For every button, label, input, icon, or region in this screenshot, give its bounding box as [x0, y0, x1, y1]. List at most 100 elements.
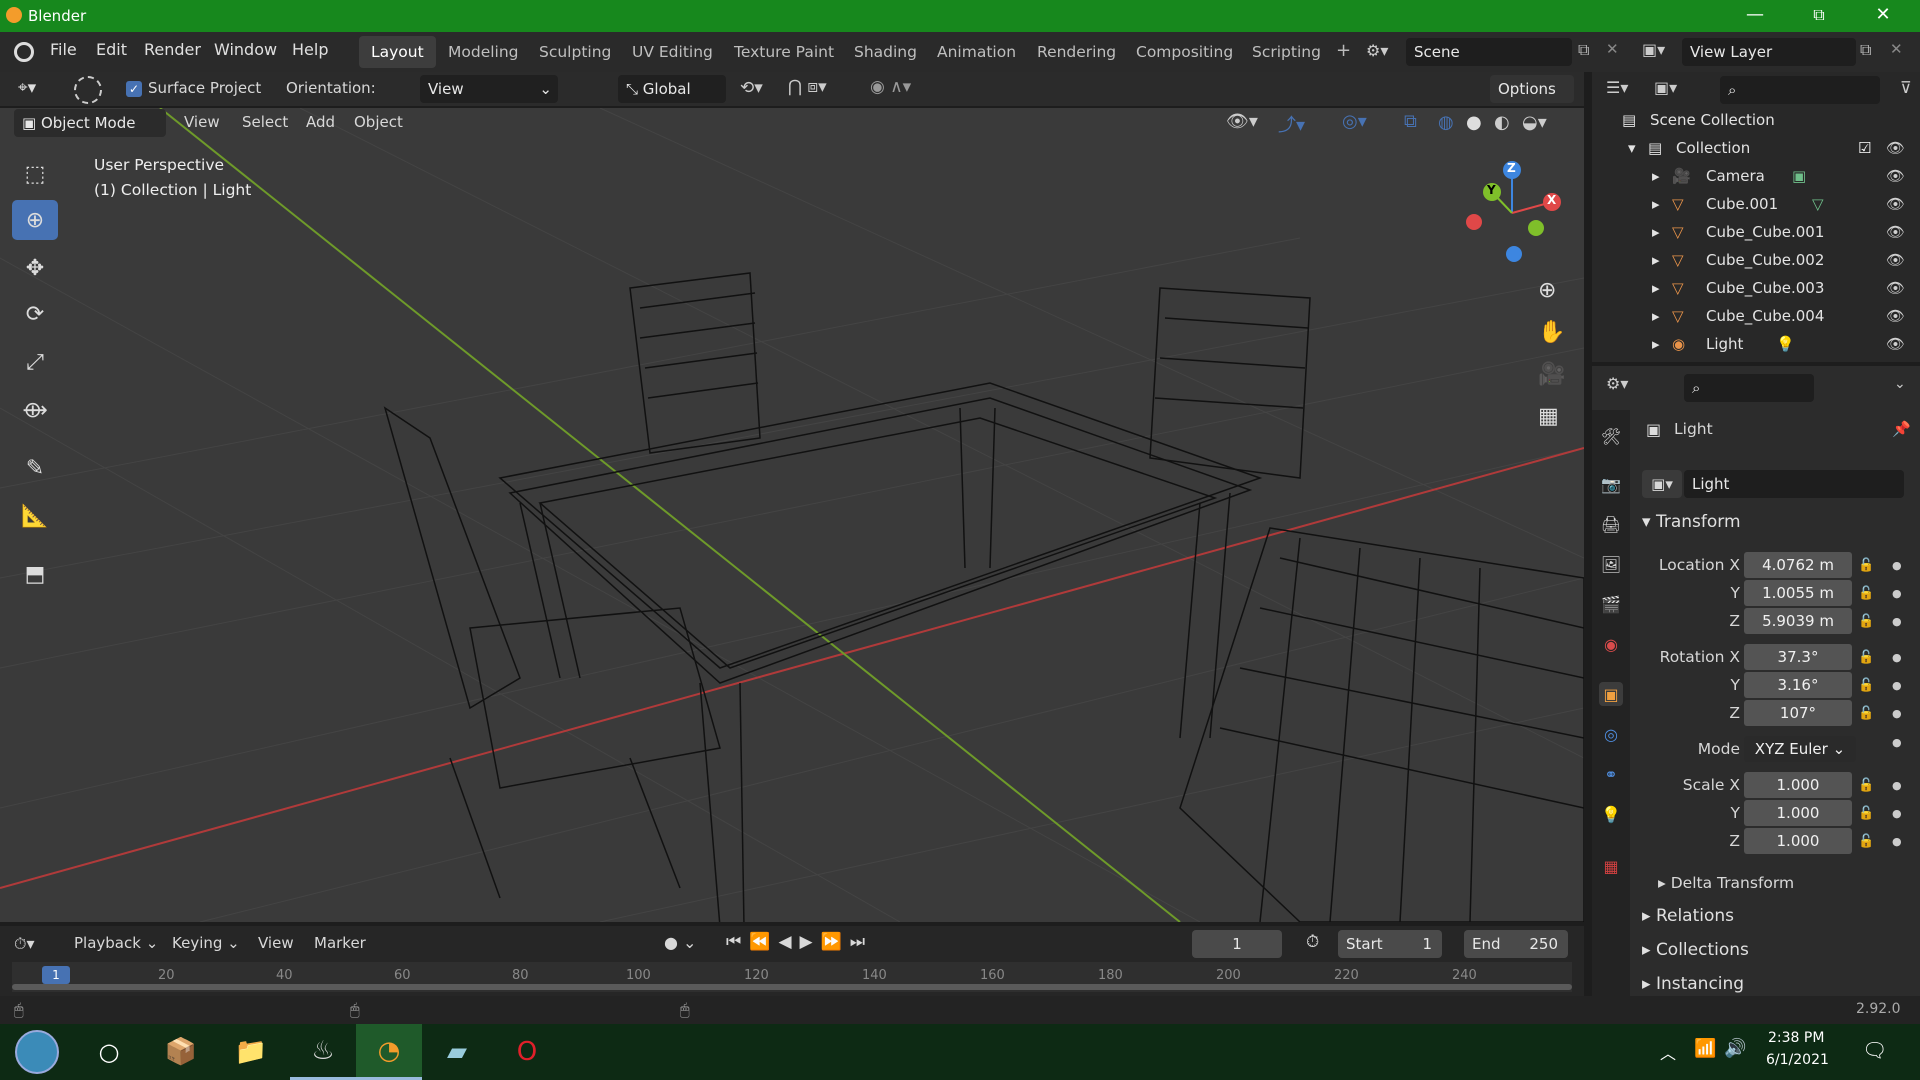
visibility-icon[interactable]: 👁▾	[1226, 111, 1258, 132]
viewport-menu-view[interactable]: View	[184, 113, 220, 131]
start-frame-field[interactable]: Start 1	[1338, 930, 1442, 958]
add-cube-tool[interactable]: ⬒	[12, 554, 58, 594]
pivot-point-icon[interactable]: ⟲▾	[740, 78, 763, 98]
outliner-row-scene-collection[interactable]: ▤ Scene Collection	[1592, 106, 1920, 134]
rendered-shading-icon[interactable]: ◒▾	[1522, 112, 1547, 133]
physics-tab-icon[interactable]: ◎	[1599, 722, 1623, 746]
rotation-y-field[interactable]: 3.16°	[1744, 672, 1852, 698]
rotate-tool[interactable]: ⟳	[12, 294, 58, 334]
world-tab-icon[interactable]: ◉	[1599, 632, 1623, 656]
tab-shading[interactable]: Shading	[842, 36, 929, 68]
cortana-icon[interactable]: ○	[76, 1024, 142, 1080]
keyframe-dot-icon[interactable]: ● ● ●	[1892, 552, 1902, 636]
constraints-tab-icon[interactable]: ⚭	[1599, 762, 1623, 786]
lock-icon[interactable]: 🔓 🔓 🔓	[1858, 772, 1874, 856]
eye-icon[interactable]: 👁	[1886, 134, 1905, 162]
blender-taskbar-icon[interactable]: ◔	[356, 1024, 422, 1080]
delete-view-layer-icon[interactable]: ✕	[1890, 40, 1903, 58]
timeline-scrollbar[interactable]	[12, 984, 1572, 990]
relations-section[interactable]: ▸ Relations	[1642, 906, 1734, 926]
timeline-ruler[interactable]: 1 20 40 60 80 100 120 140 160 180 200 22…	[12, 962, 1572, 992]
playhead[interactable]: 1	[42, 966, 70, 984]
transform-section-header[interactable]: ▾ Transform	[1642, 512, 1741, 532]
view-layer-tab-icon[interactable]: 🖼	[1599, 552, 1623, 576]
timeline-editor-icon[interactable]: ⏱▾	[14, 934, 35, 954]
properties-editor-icon[interactable]: ⚙▾	[1606, 374, 1628, 393]
tab-rendering[interactable]: Rendering	[1025, 36, 1128, 68]
start-button-icon[interactable]	[4, 1024, 70, 1080]
opera-icon[interactable]: O	[494, 1024, 560, 1080]
tab-modeling[interactable]: Modeling	[436, 36, 531, 68]
outliner-editor-icon[interactable]: ☰▾	[1606, 78, 1628, 97]
editor-type-icon[interactable]: ⌖▾	[18, 78, 36, 98]
3d-viewport[interactable]: ⬚ ⊕ ✥ ⟳ ⤢ ⟴ ✎ 📐 ⬒ User Perspective (1) C…	[0, 108, 1584, 922]
close-button[interactable]: ✕	[1851, 0, 1915, 32]
tab-compositing[interactable]: Compositing	[1124, 36, 1245, 68]
clock-time[interactable]: 2:38 PM	[1768, 1030, 1824, 1046]
object-name-field[interactable]: Light	[1684, 470, 1904, 498]
tab-sculpting[interactable]: Sculpting	[527, 36, 623, 68]
file-explorer-icon[interactable]: 📁	[218, 1024, 284, 1080]
playback-controls[interactable]: ⏮⏪◀▶⏩⏭	[726, 932, 873, 952]
object-mode-dropdown[interactable]: ▣ Object Mode	[14, 109, 166, 137]
filter-icon[interactable]: ⊽	[1900, 78, 1912, 97]
texture-tab-icon[interactable]: ▦	[1599, 854, 1623, 878]
light-data-tab-icon[interactable]: 💡	[1599, 802, 1623, 826]
clock-icon[interactable]: ⏱	[1306, 932, 1319, 952]
viewport-menu-add[interactable]: Add	[306, 113, 335, 131]
surface-project-checkbox[interactable]: ✓	[126, 81, 142, 97]
measure-tool[interactable]: 📐	[12, 496, 58, 536]
chevron-up-icon[interactable]: ︿	[1660, 1040, 1676, 1064]
new-view-layer-icon[interactable]: ⧉	[1860, 40, 1871, 60]
playback-menu[interactable]: Playback ⌄	[74, 934, 158, 952]
scene-tab-icon[interactable]: 🎬	[1599, 592, 1623, 616]
proportional-edit-icon[interactable]: ◉ ∧▾	[870, 77, 911, 97]
eye-icon[interactable]: 👁	[1886, 246, 1905, 274]
camera-view-icon[interactable]: 🎥	[1538, 362, 1565, 387]
scene-selector-icon[interactable]: ⚙▾	[1366, 41, 1388, 60]
tab-layout[interactable]: Layout	[359, 36, 436, 68]
end-frame-field[interactable]: End 250	[1464, 930, 1568, 958]
solid-shading-icon[interactable]: ●	[1466, 112, 1482, 133]
keying-menu[interactable]: Keying ⌄	[172, 934, 240, 952]
delta-transform-section[interactable]: ▸ Delta Transform	[1658, 874, 1794, 892]
snap-icon[interactable]: ⋂ ⧈▾	[788, 77, 827, 97]
volume-icon[interactable]: 🔊	[1724, 1038, 1746, 1059]
viewport-menu-select[interactable]: Select	[242, 113, 288, 131]
perspective-grid-icon[interactable]: ▦	[1538, 404, 1559, 429]
current-frame-field[interactable]: 1	[1192, 930, 1282, 958]
eye-icon[interactable]: 👁	[1886, 190, 1905, 218]
menu-help[interactable]: Help	[292, 40, 328, 59]
location-x-field[interactable]: 4.0762 m	[1744, 552, 1852, 578]
eye-icon[interactable]: 👁	[1886, 274, 1905, 302]
wireframe-shading-icon[interactable]: ◍	[1438, 112, 1454, 133]
eye-icon[interactable]: 👁	[1886, 330, 1905, 358]
location-y-field[interactable]: 1.0055 m	[1744, 580, 1852, 606]
zoom-icon[interactable]: ⊕	[1538, 278, 1556, 303]
outliner-row-camera[interactable]: ▸ 🎥 Camera ▣ 👁	[1592, 162, 1920, 190]
tab-scripting[interactable]: Scripting	[1240, 36, 1333, 68]
tab-uv-editing[interactable]: UV Editing	[620, 36, 725, 68]
orientation-dropdown[interactable]: View ⌄	[420, 75, 558, 103]
scale-z-field[interactable]: 1.000	[1744, 828, 1852, 854]
menu-edit[interactable]: Edit	[96, 40, 127, 59]
options-dropdown[interactable]: Options	[1490, 75, 1574, 103]
eye-icon[interactable]: 👁	[1886, 302, 1905, 330]
outliner-row-cube-cube-001[interactable]: ▸ ▽ Cube_Cube.001 👁	[1592, 218, 1920, 246]
scale-tool[interactable]: ⤢	[12, 342, 58, 382]
scale-y-field[interactable]: 1.000	[1744, 800, 1852, 826]
transform-orientation-dropdown[interactable]: ⤡ Global	[618, 75, 726, 103]
outliner-row-cube-cube-002[interactable]: ▸ ▽ Cube_Cube.002 👁	[1592, 246, 1920, 274]
blender-menu-icon[interactable]	[14, 42, 34, 62]
render-tab-icon[interactable]: 📷	[1599, 472, 1623, 496]
pin-icon[interactable]: 📌	[1892, 420, 1911, 438]
marker-menu[interactable]: Marker	[314, 934, 366, 952]
lock-icon[interactable]: 🔓 🔓 🔓	[1858, 644, 1874, 728]
menu-window[interactable]: Window	[214, 40, 277, 59]
steam-icon[interactable]: ♨	[290, 1024, 356, 1080]
pan-hand-icon[interactable]: ✋	[1538, 320, 1565, 345]
menu-render[interactable]: Render	[144, 40, 201, 59]
view-layer-field[interactable]: View Layer	[1682, 38, 1856, 66]
view-layer-icon[interactable]: ▣▾	[1642, 40, 1665, 59]
rotation-z-field[interactable]: 107°	[1744, 700, 1852, 726]
